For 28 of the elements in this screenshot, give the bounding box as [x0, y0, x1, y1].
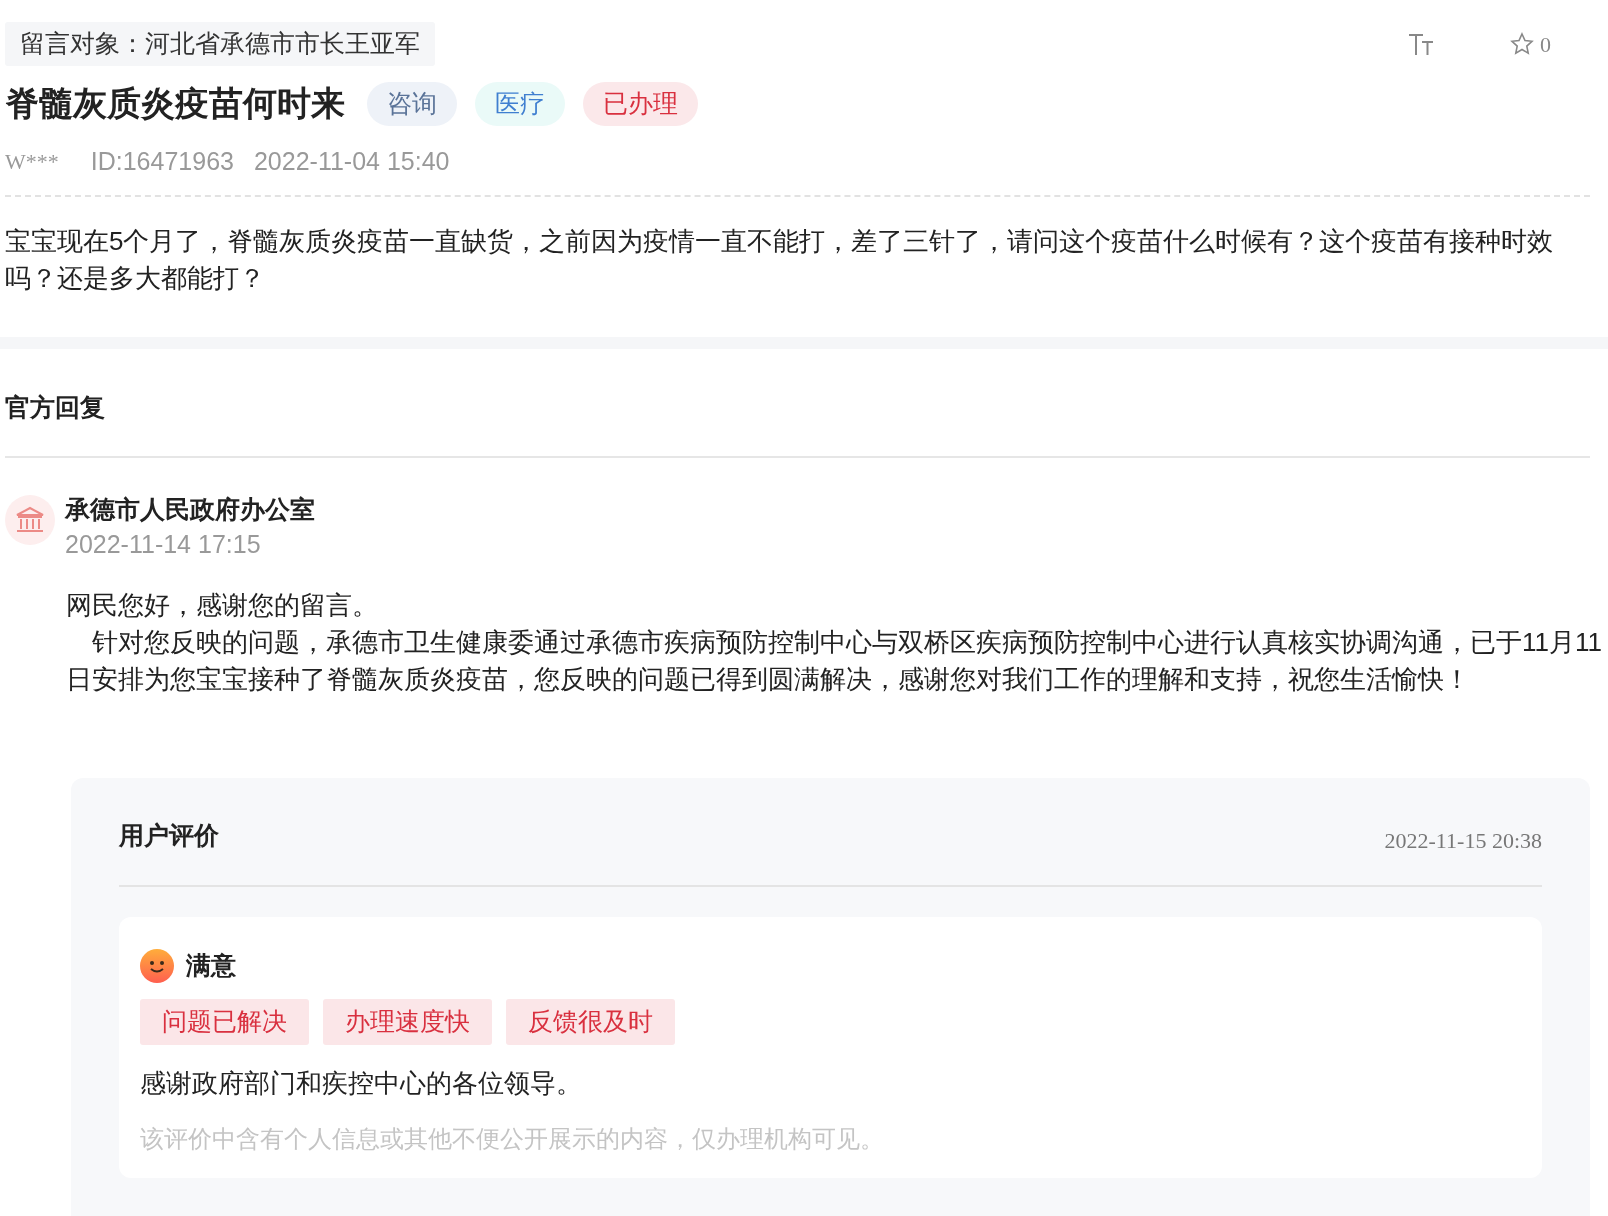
- favorite-button[interactable]: 0: [1510, 27, 1551, 61]
- author-name: W***: [5, 148, 59, 177]
- reply-paragraph: 针对您反映的问题，承德市卫生健康委通过承德市疾病预防控制中心与双桥区疾病预防控制中心进行认真核实协调沟通，已于11月11日安排为您宝宝接种了脊髓灰质炎疫苗，您反映的问题已得到圆满解决，感谢您对我们工作的理解和支持，祝您生活愉快！: [66, 626, 1603, 696]
- font-size-button[interactable]: [1408, 32, 1434, 56]
- evaluation-comment: 感谢政府部门和疾控中心的各位领导。: [140, 1066, 583, 1100]
- star-icon: [1510, 32, 1534, 56]
- smiley-icon: [140, 948, 174, 983]
- message-text: 宝宝现在5个月了，脊髓灰质炎疫苗一直缺货，之前因为疫情一直不能打，差了三针了，请问这个疫苗什么时候有？这个疫苗有接种时效吗？还是多大都能打？: [5, 224, 1555, 295]
- agency-name: 承德市人民政府办公室: [65, 495, 315, 525]
- feedback-tag: 问题已解决: [140, 998, 309, 1045]
- rating-label: 满意: [186, 951, 236, 981]
- building-icon: [15, 506, 45, 534]
- category-tag: 已办理: [583, 81, 698, 126]
- recipient-label: 留言对象：河北省承德市市长王亚军: [5, 22, 435, 66]
- feedback-tag: 反馈很及时: [506, 998, 675, 1045]
- evaluation-time: 2022-11-15 20:38: [1384, 827, 1542, 855]
- category-tag: 医疗: [475, 81, 565, 126]
- category-tag: 咨询: [367, 81, 457, 126]
- post-time: 2022-11-04 15:40: [253, 146, 450, 177]
- feedback-tag: 办理速度快: [323, 998, 492, 1045]
- page-title: 脊髓灰质炎疫苗何时来: [5, 84, 345, 124]
- message-id: ID:16471963: [90, 146, 234, 177]
- font-size-icon: [1408, 32, 1434, 56]
- section-heading: 官方回复: [5, 392, 106, 423]
- privacy-notice: 该评价中含有个人信息或其他不便公开展示的内容，仅办理机构可见。: [140, 1123, 885, 1154]
- reply-paragraph: 网民您好，感谢您的留言。: [66, 589, 379, 622]
- reply-time: 2022-11-14 17:15: [65, 529, 262, 560]
- evaluation-heading: 用户评价: [119, 820, 219, 851]
